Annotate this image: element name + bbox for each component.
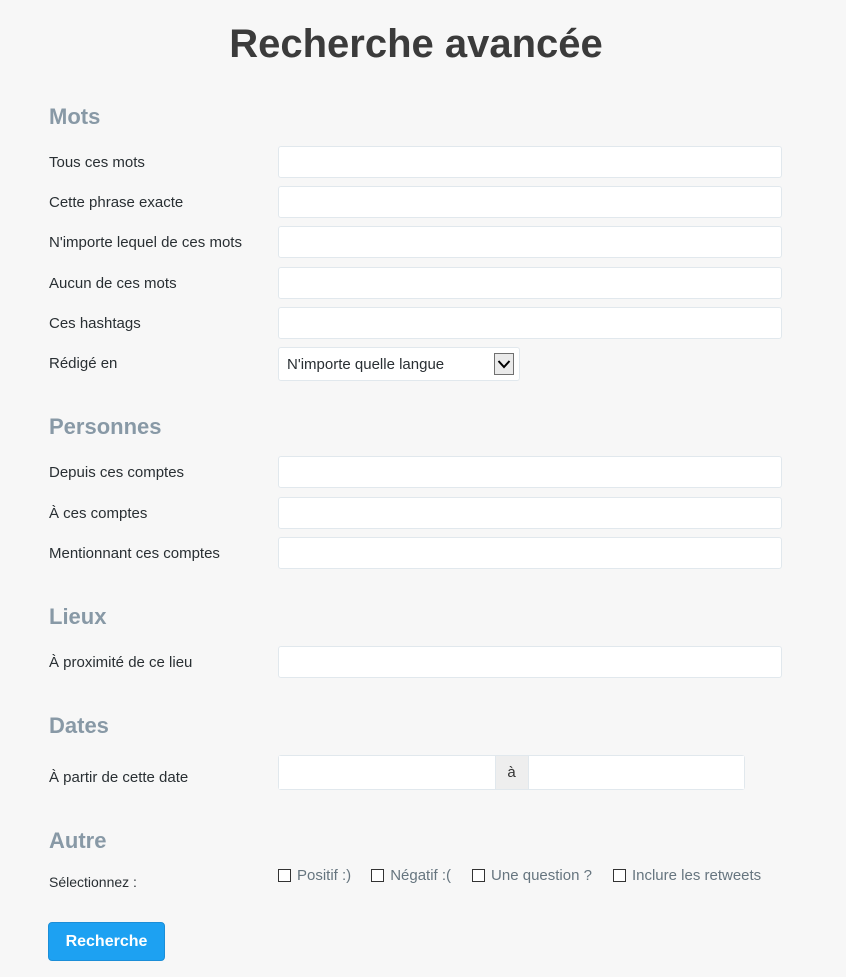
to-accounts-label: À ces comptes — [49, 505, 148, 522]
exact-phrase-input[interactable] — [278, 186, 782, 218]
hashtags-input[interactable] — [278, 307, 782, 339]
search-button[interactable]: Recherche — [48, 922, 165, 961]
include-retweets-label: Inclure les retweets — [631, 867, 762, 884]
date-range: à — [278, 755, 745, 790]
question-label: Une question ? — [491, 867, 592, 884]
from-accounts-input[interactable] — [278, 456, 782, 488]
none-words-input[interactable] — [278, 267, 782, 299]
mention-accounts-label: Mentionnant ces comptes — [49, 545, 220, 562]
near-place-input[interactable] — [278, 646, 782, 678]
any-words-input[interactable] — [278, 226, 782, 258]
since-date-input[interactable] — [279, 756, 495, 789]
exact-phrase-label: Cette phrase exacte — [49, 194, 184, 211]
checkbox-box[interactable] — [472, 869, 486, 882]
section-heading-words: Mots — [49, 104, 101, 129]
all-words-input[interactable] — [278, 146, 782, 178]
until-date-input[interactable] — [528, 756, 744, 789]
since-date-label: À partir de cette date — [49, 769, 189, 786]
negative-label: Négatif :( — [390, 867, 452, 884]
section-heading-dates: Dates — [49, 713, 109, 738]
any-words-label: N'importe lequel de ces mots — [49, 234, 242, 251]
checkbox-box[interactable] — [278, 869, 291, 882]
chevron-down-icon[interactable] — [494, 353, 514, 375]
to-accounts-input[interactable] — [278, 497, 782, 529]
section-heading-other: Autre — [49, 828, 107, 853]
hashtags-label: Ces hashtags — [49, 315, 141, 332]
positive-label: Positif :) — [297, 867, 352, 884]
section-heading-people: Personnes — [49, 414, 162, 439]
filter-checkboxes: Positif :) Négatif :( Une question ? Inc… — [278, 867, 761, 884]
checkbox-box[interactable] — [371, 869, 385, 882]
language-label: Rédigé en — [49, 355, 118, 372]
checkbox-box[interactable] — [612, 869, 626, 882]
language-select[interactable]: N'importe quelle langue — [278, 347, 520, 381]
from-accounts-label: Depuis ces comptes — [49, 464, 185, 481]
positive-checkbox[interactable]: Positif :) — [278, 867, 351, 884]
select-label: Sélectionnez : — [49, 874, 137, 890]
negative-checkbox[interactable]: Négatif :( — [371, 867, 451, 884]
all-words-label: Tous ces mots — [49, 154, 145, 171]
question-checkbox[interactable]: Une question ? — [472, 867, 592, 884]
near-place-label: À proximité de ce lieu — [49, 654, 193, 671]
mention-accounts-input[interactable] — [278, 537, 782, 569]
date-separator: à — [494, 756, 529, 789]
section-heading-places: Lieux — [49, 604, 107, 629]
include-retweets-checkbox[interactable]: Inclure les retweets — [612, 867, 762, 884]
language-select-value: N'importe quelle langue — [287, 355, 445, 373]
page-title: Recherche avancée — [229, 22, 603, 66]
none-words-label: Aucun de ces mots — [49, 275, 177, 292]
